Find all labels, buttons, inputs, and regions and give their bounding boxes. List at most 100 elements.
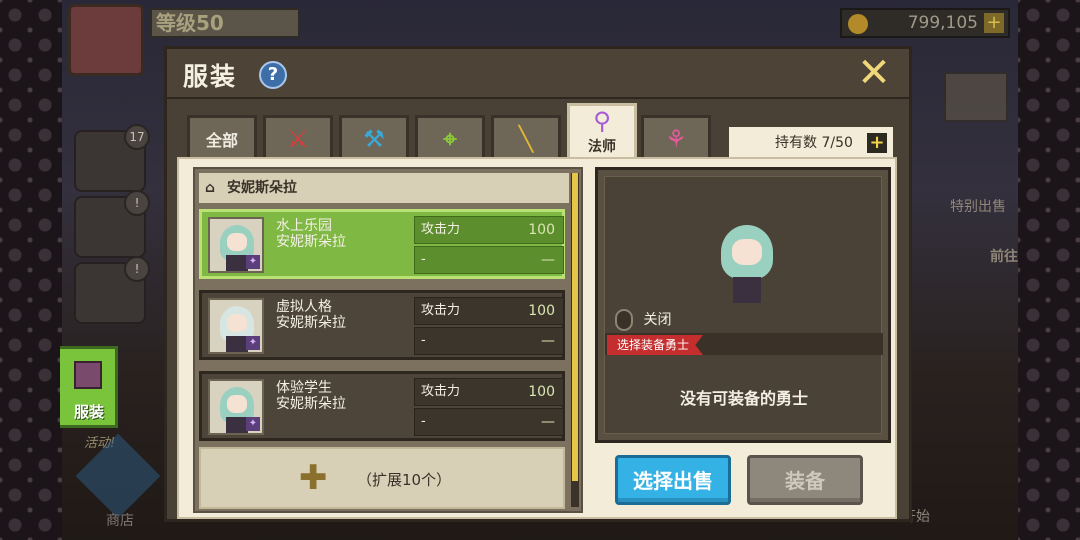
costume-character: 安妮斯朵拉 bbox=[276, 396, 346, 412]
rifle-icon: ╲ bbox=[518, 124, 534, 153]
sub-stat-value: — bbox=[541, 252, 555, 268]
expand-capacity-button[interactable]: + bbox=[867, 133, 887, 153]
mail-button[interactable]: 17 bbox=[74, 124, 150, 192]
list-scrollbar[interactable] bbox=[571, 173, 579, 507]
tab-bow[interactable]: ⌖ bbox=[415, 115, 485, 159]
select-sell-button[interactable]: 选择出售 bbox=[615, 455, 731, 505]
expand-slots-label: （扩展10个） bbox=[357, 471, 452, 489]
mage-class-icon: ✦ bbox=[246, 336, 260, 350]
expand-slots-button[interactable]: ✚ （扩展10个） bbox=[199, 447, 565, 509]
costume-character: 安妮斯朵拉 bbox=[276, 234, 346, 250]
costume-modal: 服装 ? ✕ 全部 ⚔ ⚒ ⌖ ╲ ⚲ 法师 ⚘ 持有数 7/50 + ⌂ 安妮… bbox=[164, 46, 912, 522]
sub-stat-label: - bbox=[421, 333, 426, 348]
scrollbar-thumb[interactable] bbox=[572, 173, 578, 481]
stat-label: 攻击力 bbox=[421, 384, 461, 399]
stat-box: 攻击力 100 - — bbox=[414, 378, 564, 436]
owned-count-label: 持有数 7/50 bbox=[775, 135, 853, 151]
toggle-label: 关闭 bbox=[643, 312, 672, 328]
preview-toggle[interactable]: 关闭 bbox=[615, 309, 671, 331]
bow-icon: ⌖ bbox=[443, 124, 457, 153]
left-lace-border bbox=[0, 0, 62, 540]
sword-icon: ⚔ bbox=[287, 124, 309, 153]
attack-stat: 攻击力 100 bbox=[414, 378, 564, 406]
modal-header: 服装 ? ✕ bbox=[167, 49, 909, 99]
tab-hammer[interactable]: ⚒ bbox=[339, 115, 409, 159]
close-button[interactable]: ✕ bbox=[853, 53, 895, 95]
costume-row[interactable]: ✦ 体验学生 安妮斯朵拉 攻击力 100 - — bbox=[199, 371, 565, 441]
attack-stat: 攻击力 100 bbox=[414, 297, 564, 325]
costume-detail: 关闭 选择装备勇士 没有可装备的勇士 bbox=[595, 167, 891, 443]
sub-stat: - — bbox=[414, 246, 564, 274]
tab-mage-label: 法师 bbox=[588, 139, 616, 155]
stat-label: 攻击力 bbox=[421, 222, 461, 237]
staff-icon: ⚲ bbox=[593, 107, 611, 135]
stat-box: 攻击力 100 - — bbox=[414, 297, 564, 355]
mage-class-icon: ✦ bbox=[246, 417, 260, 431]
costume-row[interactable]: ✦ 虚拟人格 安妮斯朵拉 攻击力 100 - — bbox=[199, 290, 565, 360]
costume-body: ⌂ 安妮斯朵拉 ✦ 水上乐园 安妮斯朵拉 攻击力 100 - — ✦ 虚拟人格 … bbox=[177, 157, 897, 519]
toggle-knob-icon bbox=[615, 309, 633, 331]
stat-label: 攻击力 bbox=[421, 303, 461, 318]
costume-character: 安妮斯朵拉 bbox=[276, 315, 346, 331]
costume-name: 水上乐园 安妮斯朵拉 bbox=[276, 218, 406, 250]
equip-button[interactable]: 装备 bbox=[747, 455, 863, 505]
alert-badge: ! bbox=[124, 256, 150, 282]
costume-title: 虚拟人格 bbox=[276, 299, 332, 315]
costume-portrait: ✦ bbox=[208, 379, 264, 435]
tab-gun[interactable]: ╲ bbox=[491, 115, 561, 159]
character-header: ⌂ 安妮斯朵拉 bbox=[199, 173, 569, 203]
orb-icon: ⚘ bbox=[665, 124, 687, 153]
quest-button[interactable]: ! bbox=[74, 190, 150, 258]
sub-stat-value: — bbox=[541, 333, 555, 349]
sub-stat-label: - bbox=[421, 252, 426, 267]
gold-counter: 799,105 + bbox=[840, 8, 1010, 38]
hammer-icon: ⚒ bbox=[363, 124, 385, 153]
stat-box: 攻击力 100 - — bbox=[414, 216, 564, 274]
character-name: 安妮斯朵拉 bbox=[227, 180, 297, 196]
costume-row[interactable]: ✦ 水上乐园 安妮斯朵拉 攻击力 100 - — bbox=[199, 209, 565, 279]
costume-title: 体验学生 bbox=[276, 380, 332, 396]
owned-count: 持有数 7/50 + bbox=[729, 127, 893, 159]
plus-icon: ✚ bbox=[299, 458, 328, 498]
gold-amount: 799,105 bbox=[907, 13, 978, 33]
coin-icon bbox=[848, 14, 868, 34]
mail-count-badge: 17 bbox=[124, 124, 150, 150]
sub-stat: - — bbox=[414, 327, 564, 355]
book-button[interactable]: ! bbox=[74, 256, 150, 324]
sub-stat-value: — bbox=[541, 414, 555, 430]
hanger-icon: ⌂ bbox=[205, 180, 216, 196]
empty-hero-message: 没有可装备的勇士 bbox=[679, 389, 808, 408]
mage-class-icon: ✦ bbox=[246, 255, 260, 269]
sub-stat: - — bbox=[414, 408, 564, 436]
costume-name: 体验学生 安妮斯朵拉 bbox=[276, 380, 406, 412]
wardrobe-icon bbox=[74, 361, 102, 389]
right-lace-border bbox=[1018, 0, 1080, 540]
costume-side-tab-label: 服装 bbox=[73, 403, 104, 421]
help-button[interactable]: ? bbox=[259, 61, 287, 89]
special-sale-label[interactable]: 特别出售 bbox=[950, 196, 1006, 216]
tab-sword[interactable]: ⚔ bbox=[263, 115, 333, 159]
tab-support[interactable]: ⚘ bbox=[641, 115, 711, 159]
stat-value: 100 bbox=[528, 303, 555, 319]
tab-all-label: 全部 bbox=[205, 130, 238, 150]
costume-side-tab[interactable]: 服装 bbox=[60, 346, 118, 428]
player-avatar[interactable] bbox=[68, 4, 144, 76]
attack-stat: 攻击力 100 bbox=[414, 216, 564, 244]
modal-title: 服装 bbox=[183, 62, 238, 91]
stat-value: 100 bbox=[528, 384, 555, 400]
chest-icon[interactable] bbox=[944, 72, 1008, 122]
costume-name: 虚拟人格 安妮斯朵拉 bbox=[276, 299, 406, 331]
nav-shop[interactable]: 商店 bbox=[106, 510, 134, 530]
costume-preview bbox=[717, 225, 777, 305]
tab-mage[interactable]: ⚲ 法师 bbox=[567, 103, 637, 159]
detail-inner: 关闭 选择装备勇士 没有可装备的勇士 bbox=[604, 176, 883, 434]
costume-list: ⌂ 安妮斯朵拉 ✦ 水上乐园 安妮斯朵拉 攻击力 100 - — ✦ 虚拟人格 … bbox=[193, 167, 583, 513]
add-gold-button[interactable]: + bbox=[984, 13, 1004, 33]
select-hero-ribbon: 选择装备勇士 bbox=[607, 335, 704, 355]
costume-portrait: ✦ bbox=[208, 298, 264, 354]
go-to-label[interactable]: 前往 bbox=[990, 246, 1018, 266]
tab-all[interactable]: 全部 bbox=[187, 115, 257, 159]
player-level: 等级50 bbox=[150, 8, 300, 38]
stat-value: 100 bbox=[528, 222, 555, 238]
sub-stat-label: - bbox=[421, 414, 426, 429]
